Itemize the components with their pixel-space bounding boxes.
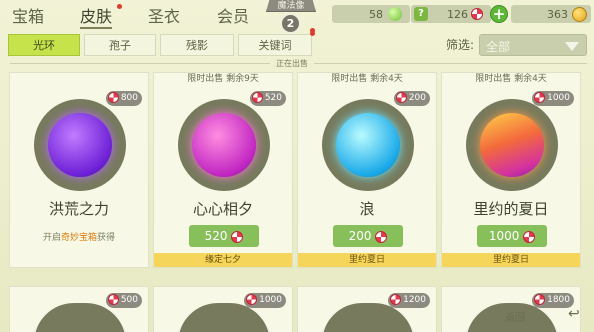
skin-notification-dot: [117, 4, 122, 9]
price-value: 800: [120, 93, 138, 103]
chest-link[interactable]: 奇妙宝箱: [61, 233, 97, 243]
tab-keyword[interactable]: 关键词: [238, 34, 312, 56]
unlock-hint: 开启奇妙宝箱获得: [42, 233, 116, 243]
candy-icon: [523, 230, 536, 243]
price-value: 1800: [547, 295, 570, 305]
skin-preview: [178, 99, 270, 191]
skin-name: 心心相夕: [192, 200, 253, 218]
skin-card[interactable]: 800 洪荒之力 开启奇妙宝箱获得: [9, 72, 149, 268]
buy-button[interactable]: 200: [333, 225, 403, 247]
nav-tab-holy-armor[interactable]: 圣衣: [148, 3, 180, 27]
buy-button[interactable]: 1000: [477, 225, 547, 247]
skin-name: 浪: [359, 200, 375, 218]
price-badge: 1000: [244, 293, 286, 308]
back-button[interactable]: 返回: [505, 309, 525, 324]
skin-name: 洪荒之力: [48, 200, 109, 218]
add-currency-button[interactable]: +: [490, 5, 508, 23]
tab-halo[interactable]: 光环: [8, 34, 80, 56]
candy-icon: [251, 92, 263, 103]
skin-card[interactable]: 1000: [153, 286, 293, 332]
chevron-down-icon: [565, 42, 579, 51]
skin-preview: [466, 99, 558, 191]
skin-preview: [322, 99, 414, 191]
halo-orb: [192, 113, 256, 177]
magic-statue-badge[interactable]: 魔法像 2: [262, 0, 320, 34]
candy-icon: [246, 294, 258, 305]
coin-count: 363: [547, 8, 568, 21]
tab-afterimage[interactable]: 残影: [160, 34, 234, 56]
price-value: 520: [264, 93, 282, 103]
candy-icon: [375, 230, 388, 243]
price-badge: 800: [105, 91, 142, 106]
back-arrow-icon[interactable]: ↩: [568, 306, 580, 322]
price-badge: 1200: [388, 293, 430, 308]
skin-card[interactable]: 限时出售 剩余4天 200 浪 200 里约夏日: [297, 72, 437, 268]
section-title: 正在出售: [270, 58, 314, 69]
filter-value: 全部: [486, 40, 511, 54]
candy-icon: [534, 294, 546, 305]
skin-card[interactable]: 1200: [297, 286, 437, 332]
skin-preview: [34, 99, 126, 191]
price-badge: 1000: [532, 91, 574, 106]
candy-icon: [471, 8, 483, 20]
candy-icon: [395, 92, 407, 103]
limited-time-label: 限时出售 剩余9天: [187, 74, 259, 84]
keyword-notification-dot: [310, 31, 315, 36]
shop-screen: 宝箱 皮肤 圣衣 会员 魔法像 2 58 ? 126 + 363 光环 孢子 残…: [0, 0, 594, 332]
gem-count: 58: [369, 8, 383, 21]
halo-orb: [336, 113, 400, 177]
filter-label: 筛选:: [446, 38, 475, 52]
candy-icon: [107, 92, 119, 103]
nav-tab-skin[interactable]: 皮肤: [80, 3, 113, 29]
tab-spore[interactable]: 孢子: [84, 34, 156, 56]
filter-dropdown[interactable]: 全部: [479, 34, 587, 56]
price-value: 1000: [547, 93, 570, 103]
skin-name: 里约的夏日: [473, 200, 549, 218]
price-value: 500: [120, 295, 138, 305]
skin-card[interactable]: 限时出售 剩余4天 1000 里约的夏日 1000 里约夏日: [441, 72, 581, 268]
badge-title: 魔法像: [277, 1, 305, 11]
top-nav: 宝箱 皮肤 圣衣 会员 魔法像 2 58 ? 126 + 363: [0, 0, 594, 34]
price-badge: 520: [249, 91, 286, 106]
skin-card[interactable]: 限时出售 剩余9天 520 心心相夕 520 缘定七夕: [153, 72, 293, 268]
candy-icon: [107, 294, 119, 305]
halo-orb: [48, 113, 112, 177]
price-value: 1000: [259, 295, 282, 305]
candy-count: 126: [447, 8, 468, 21]
event-tag: 缘定七夕: [154, 253, 292, 267]
skin-card[interactable]: 500: [9, 286, 149, 332]
coin-icon: [572, 7, 587, 22]
question-icon[interactable]: ?: [414, 7, 428, 21]
event-tag: 里约夏日: [442, 253, 580, 267]
limited-time-label: 限时出售 剩余4天: [331, 74, 403, 84]
halo-orb: [480, 113, 544, 177]
candy-icon: [231, 230, 244, 243]
price-badge: 500: [105, 293, 142, 308]
nav-tab-chest[interactable]: 宝箱: [12, 3, 44, 27]
event-tag: 里约夏日: [298, 253, 436, 267]
nav-tab-member[interactable]: 会员: [217, 3, 249, 27]
price-value: 200: [408, 93, 426, 103]
gem-icon: [388, 7, 402, 21]
badge-level: 2: [280, 13, 301, 34]
candy-icon: [390, 294, 402, 305]
buy-button[interactable]: 520: [189, 225, 259, 247]
price-value: 1200: [403, 295, 426, 305]
price-badge: 200: [393, 91, 430, 106]
candy-icon: [534, 92, 546, 103]
limited-time-label: 限时出售 剩余4天: [475, 74, 547, 84]
